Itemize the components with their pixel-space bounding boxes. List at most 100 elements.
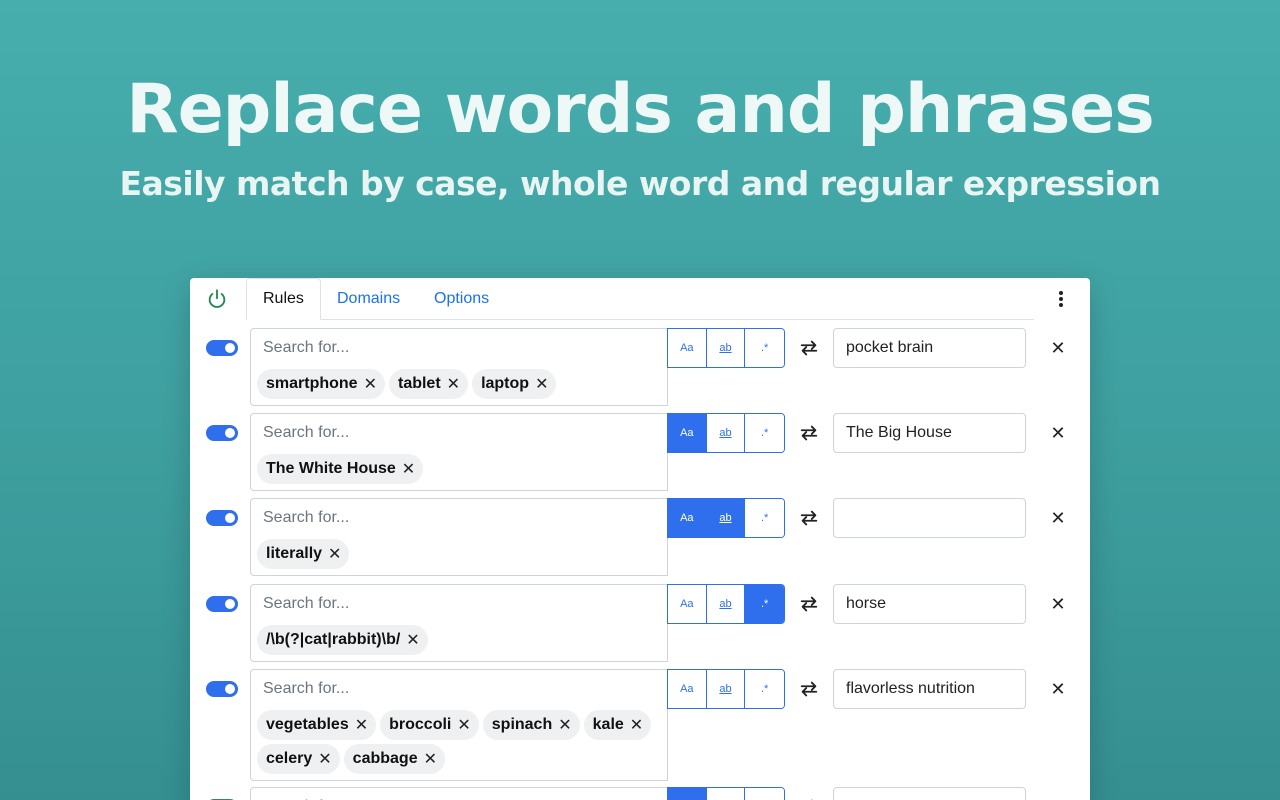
hero-title: Replace words and phrases — [126, 70, 1155, 149]
term-chip: laptop ✕ — [472, 369, 557, 399]
match-case-button[interactable]: Aa — [668, 414, 707, 452]
swap-arrows-icon — [800, 425, 818, 441]
tab-rules[interactable]: Rules — [246, 278, 321, 320]
match-options: Aaab .* — [667, 498, 785, 538]
search-input[interactable] — [251, 670, 667, 708]
term-chip: broccoli ✕ — [380, 710, 479, 740]
term-label: broccoli — [389, 716, 452, 733]
swap-arrows-icon — [800, 681, 818, 697]
replace-input[interactable] — [833, 584, 1026, 624]
remove-term-icon[interactable]: ✕ — [318, 749, 331, 769]
match-case-button[interactable]: Aa — [668, 670, 707, 708]
regex-button[interactable]: .* — [745, 788, 784, 800]
power-icon[interactable] — [206, 288, 228, 310]
match-case-button[interactable]: Aa — [668, 788, 707, 800]
match-case-button[interactable]: Aa — [668, 329, 707, 367]
whole-word-button[interactable]: ab — [706, 585, 746, 623]
term-label: The White House — [266, 460, 396, 477]
enable-toggle[interactable] — [206, 681, 238, 697]
rules-panel: Rules Domains Options smartphone ✕ tablet ✕… — [190, 278, 1090, 800]
remove-term-icon[interactable]: ✕ — [457, 715, 470, 735]
whole-word-button[interactable]: ab — [706, 788, 746, 800]
match-options: Aaab .* — [667, 328, 785, 368]
search-field: The White House ✕ — [250, 413, 668, 491]
remove-term-icon[interactable]: ✕ — [364, 374, 377, 394]
term-label: smartphone — [266, 375, 358, 392]
whole-word-button[interactable]: ab — [706, 670, 746, 708]
term-label: kale — [592, 716, 624, 733]
search-field: smartphone ✕ tablet ✕ laptop ✕ — [250, 328, 668, 406]
regex-button[interactable]: .* — [745, 499, 784, 537]
hero-subtitle: Easily match by case, whole word and reg… — [119, 164, 1161, 203]
regex-button[interactable]: .* — [745, 585, 784, 623]
remove-term-icon[interactable]: ✕ — [535, 374, 548, 394]
remove-term-icon[interactable]: ✕ — [402, 459, 415, 479]
regex-button[interactable]: .* — [745, 414, 784, 452]
remove-term-icon[interactable]: ✕ — [558, 715, 571, 735]
whole-word-button[interactable]: ab — [706, 414, 746, 452]
replace-input[interactable] — [833, 413, 1026, 453]
remove-rule-icon[interactable]: ✕ — [1048, 508, 1068, 528]
remove-rule-icon[interactable]: ✕ — [1048, 679, 1068, 699]
term-chip: celery ✕ — [257, 744, 340, 774]
replace-input[interactable] — [833, 328, 1026, 368]
term-label: celery — [266, 750, 313, 767]
term-chips: /\b(?|cat|rabbit)\b/ ✕ — [251, 623, 667, 661]
remove-term-icon[interactable]: ✕ — [328, 544, 341, 564]
replace-input[interactable] — [833, 787, 1026, 800]
regex-button[interactable]: .* — [745, 329, 784, 367]
term-chip: literally ✕ — [257, 539, 350, 569]
remove-term-icon[interactable]: ✕ — [447, 374, 460, 394]
more-menu-icon[interactable] — [1056, 289, 1066, 309]
term-chip: tablet ✕ — [388, 369, 469, 399]
whole-word-label: ab — [719, 427, 732, 439]
remove-rule-icon[interactable]: ✕ — [1048, 423, 1068, 443]
term-label: laptop — [481, 375, 530, 392]
term-label: vegetables — [266, 716, 349, 733]
term-chip: smartphone ✕ — [257, 369, 385, 399]
search-input[interactable] — [251, 329, 667, 367]
search-input[interactable] — [251, 414, 667, 452]
whole-word-label: ab — [719, 683, 732, 695]
match-case-button[interactable]: Aa — [668, 585, 707, 623]
match-options: Aaab .* — [667, 413, 785, 453]
term-chips: vegetables ✕ broccoli ✕ spinach ✕ kale ✕ celery ✕… — [251, 708, 667, 780]
whole-word-button[interactable]: ab — [706, 499, 746, 537]
enable-toggle[interactable] — [206, 596, 238, 612]
search-field: /\b(?|cat|rabbit)\b/ ✕ — [250, 584, 668, 662]
search-input[interactable] — [251, 585, 667, 623]
remove-term-icon[interactable]: ✕ — [424, 749, 437, 769]
match-options: Aaab.* — [667, 787, 785, 800]
whole-word-label: ab — [719, 512, 732, 524]
term-chips: literally ✕ — [251, 537, 667, 575]
search-input[interactable] — [251, 499, 667, 537]
remove-rule-icon[interactable]: ✕ — [1048, 338, 1068, 358]
regex-button[interactable]: .* — [745, 670, 784, 708]
whole-word-label: ab — [719, 342, 732, 354]
swap-arrows-icon — [800, 340, 818, 356]
remove-term-icon[interactable]: ✕ — [406, 630, 419, 650]
tab-options[interactable]: Options — [418, 278, 505, 320]
search-field — [250, 787, 668, 800]
term-chip: /\b(?|cat|rabbit)\b/ ✕ — [257, 625, 428, 655]
match-options: Aaab.* — [667, 584, 785, 624]
remove-rule-icon[interactable]: ✕ — [1048, 594, 1068, 614]
replace-input[interactable] — [833, 498, 1026, 538]
whole-word-button[interactable]: ab — [706, 329, 746, 367]
match-case-button[interactable]: Aa — [668, 499, 707, 537]
term-label: literally — [266, 545, 323, 562]
term-chip: cabbage ✕ — [343, 744, 445, 774]
enable-toggle[interactable] — [206, 425, 238, 441]
term-chips: The White House ✕ — [251, 452, 667, 490]
enable-toggle[interactable] — [206, 340, 238, 356]
remove-term-icon[interactable]: ✕ — [630, 715, 643, 735]
replace-input[interactable] — [833, 669, 1026, 709]
term-label: spinach — [491, 716, 553, 733]
term-chip: The White House ✕ — [257, 454, 424, 484]
term-chip: spinach ✕ — [482, 710, 580, 740]
tab-domains[interactable]: Domains — [321, 278, 416, 320]
search-input[interactable] — [251, 788, 667, 800]
term-label: /\b(?|cat|rabbit)\b/ — [266, 631, 401, 648]
remove-term-icon[interactable]: ✕ — [355, 715, 368, 735]
enable-toggle[interactable] — [206, 510, 238, 526]
